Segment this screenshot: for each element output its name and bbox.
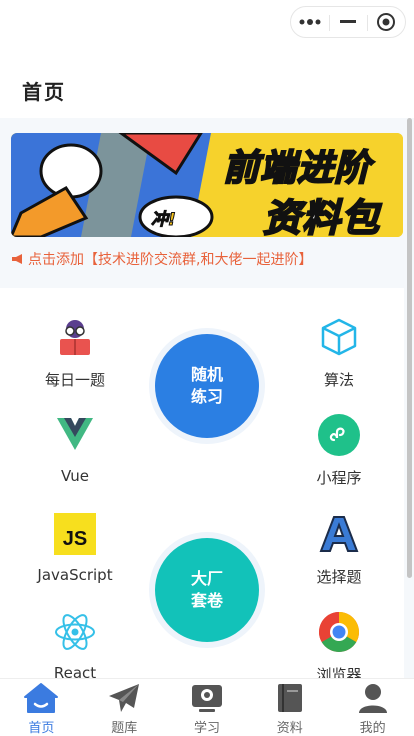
minimize-button[interactable] [329, 7, 367, 37]
tab-label: 题库 [111, 721, 138, 736]
main-content: 冲! 前端进阶 资料包 点击添加【技术进阶交流群,和大佬一起进阶】 每日一题 算… [0, 118, 414, 678]
circle-label-line2: 练习 [190, 387, 223, 406]
grid-item-javascript[interactable]: JS JavaScript [15, 513, 135, 584]
close-button[interactable] [367, 7, 405, 37]
grid-item-label: 浏览器 [316, 666, 362, 678]
grid-item-vue[interactable]: Vue [15, 414, 135, 485]
random-practice-button[interactable]: 随机 练习 [155, 334, 259, 438]
grid-item-mini-program[interactable]: 小程序 [279, 414, 399, 488]
megaphone-icon [12, 254, 22, 264]
capsule-menu [290, 6, 406, 38]
grid-item-label: Vue [61, 467, 89, 485]
tab-study[interactable]: 学习 [166, 679, 249, 736]
grid-item-choice-question[interactable]: 选择题 [279, 513, 399, 587]
grid-item-react[interactable]: React [15, 611, 135, 678]
vue-logo-icon [54, 414, 96, 456]
letter-a-icon [318, 513, 360, 555]
tab-home[interactable]: 首页 [0, 679, 83, 736]
more-button[interactable] [291, 7, 329, 37]
grid-item-label: React [53, 664, 97, 678]
banner-sticker: 冲! [151, 210, 177, 231]
tab-question-bank[interactable]: 题库 [83, 679, 166, 736]
banner-title-line1: 前端进阶 [222, 147, 372, 190]
user-icon [355, 681, 391, 714]
tab-label: 我的 [359, 721, 386, 736]
cube-icon [318, 316, 360, 358]
more-dots-icon [299, 19, 321, 25]
grid-item-label: 小程序 [316, 469, 362, 487]
tab-label: 资料 [276, 721, 303, 736]
grid-item-label: 算法 [323, 371, 354, 389]
grid-item-daily-question[interactable]: 每日一题 [15, 316, 135, 390]
big-company-exam-button[interactable]: 大厂 套卷 [155, 538, 259, 642]
chrome-icon [318, 611, 360, 653]
grid-item-label: 每日一题 [44, 371, 105, 389]
banner-title-line2: 资料包 [262, 195, 381, 237]
promo-banner[interactable]: 冲! 前端进阶 资料包 [11, 133, 403, 237]
tab-materials[interactable]: 资料 [248, 679, 331, 736]
paper-plane-icon [106, 681, 142, 714]
group-notice[interactable]: 点击添加【技术进阶交流群,和大佬一起进阶】 [11, 249, 312, 269]
book-icon [272, 681, 308, 714]
tv-icon [189, 681, 225, 714]
page-title: 首页 [22, 80, 66, 104]
react-logo-icon [54, 611, 96, 653]
minimize-icon [340, 20, 356, 23]
grid-item-browser[interactable]: 浏览器 [279, 611, 399, 678]
circle-label-line1: 随机 [190, 365, 223, 384]
target-close-icon [377, 13, 395, 31]
circle-label-line1: 大厂 [190, 569, 223, 588]
scrollbar[interactable] [407, 118, 412, 578]
reading-person-icon [54, 316, 96, 358]
grid-item-algorithm[interactable]: 算法 [279, 316, 399, 390]
feature-grid: 每日一题 算法 Vue 小程序 JS JavaScript 选择题 React … [0, 288, 404, 678]
tab-label: 学习 [193, 721, 220, 736]
svg-text:JS: JS [63, 528, 87, 550]
tab-bar: 首页 题库 学习 资料 我的 [0, 678, 414, 736]
home-icon [23, 681, 59, 714]
tab-mine[interactable]: 我的 [331, 679, 414, 736]
grid-item-label: JavaScript [37, 566, 113, 584]
mini-program-icon [318, 414, 360, 456]
js-logo-icon: JS [54, 513, 96, 555]
grid-item-label: 选择题 [316, 568, 362, 586]
circle-label-line2: 套卷 [190, 591, 223, 610]
tab-label: 首页 [28, 721, 55, 736]
notice-text: 点击添加【技术进阶交流群,和大佬一起进阶】 [28, 252, 313, 268]
